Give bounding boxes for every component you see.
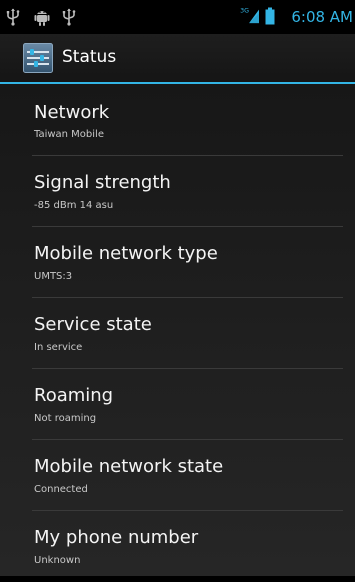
- item-value: -85 dBm 14 asu: [34, 200, 114, 211]
- settings-icon[interactable]: [23, 43, 53, 73]
- status-screen: 3G 6:08 AM Status Network Taiwan Mobile …: [0, 0, 355, 576]
- usb-icon: [62, 8, 76, 26]
- list-item-mobile-network-state[interactable]: Mobile network state Connected: [0, 440, 355, 511]
- clock: 6:08 AM: [291, 8, 353, 26]
- item-title: Mobile network state: [34, 456, 224, 477]
- 3g-signal-icon: 3G: [240, 7, 259, 24]
- item-title: Roaming: [34, 385, 114, 406]
- item-title: Service state: [34, 314, 152, 335]
- status-bar: 3G 6:08 AM: [0, 0, 355, 34]
- item-title: Network: [34, 102, 110, 123]
- list-item-service-state[interactable]: Service state In service: [0, 298, 355, 369]
- list-item-network[interactable]: Network Taiwan Mobile: [0, 84, 355, 155]
- item-title: My phone number: [34, 527, 199, 548]
- item-value: Taiwan Mobile: [34, 129, 104, 140]
- usb-icon: [6, 8, 20, 26]
- list-item-signal-strength[interactable]: Signal strength -85 dBm 14 asu: [0, 156, 355, 227]
- item-value: Connected: [34, 484, 88, 495]
- item-value: UMTS:3: [34, 271, 73, 282]
- list-item-mobile-network-type[interactable]: Mobile network type UMTS:3: [0, 227, 355, 298]
- item-value: Not roaming: [34, 413, 97, 424]
- item-title: Signal strength: [34, 172, 171, 193]
- item-title: Mobile network type: [34, 243, 218, 264]
- list-item-my-phone-number[interactable]: My phone number Unknown: [0, 511, 355, 582]
- action-bar: [0, 34, 355, 82]
- page-title: Status: [62, 47, 117, 67]
- network-badge: 3G: [240, 7, 249, 14]
- android-debug-icon: [34, 11, 50, 26]
- battery-icon: [265, 7, 275, 25]
- item-value: Unknown: [34, 555, 81, 566]
- list-item-roaming[interactable]: Roaming Not roaming: [0, 369, 355, 440]
- item-value: In service: [34, 342, 83, 353]
